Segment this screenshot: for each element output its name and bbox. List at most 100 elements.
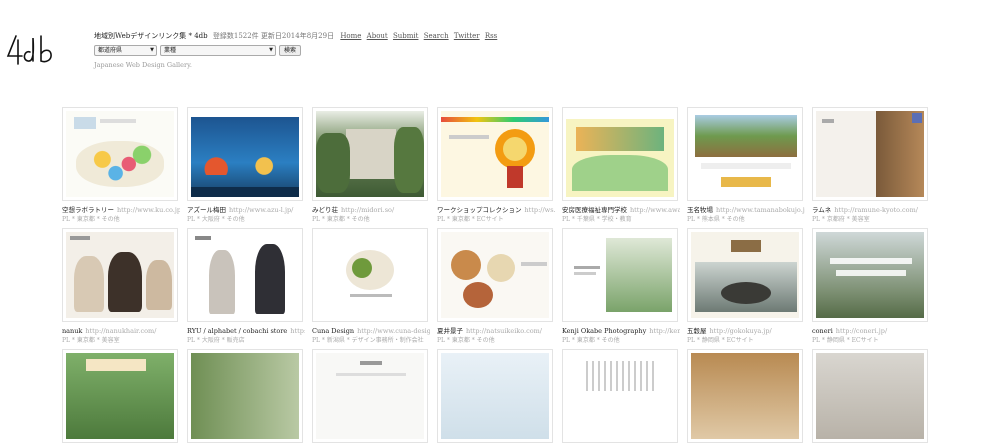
site-name[interactable]: Cuna Design bbox=[312, 327, 354, 335]
site-name[interactable]: 空想ラボラトリー bbox=[62, 206, 114, 214]
site-thumbnail[interactable] bbox=[687, 349, 803, 443]
site-card: RYU / alphabet / cobachi storehttp://co.… bbox=[187, 228, 305, 345]
site-card: 安房医療福祉専門学校http://www.awa-... PL * 千葉県 * … bbox=[562, 107, 680, 224]
site-stats: 登録数1522件 更新日2014年8月29日 bbox=[212, 32, 335, 40]
site-meta: PL * 東京都 * その他 bbox=[62, 216, 120, 223]
site-thumbnail[interactable] bbox=[812, 349, 928, 443]
site-thumbnail[interactable] bbox=[62, 349, 178, 443]
title-line: 地域別Webデザインリンク集 * 4db 登録数1522件 更新日2014年8月… bbox=[94, 31, 497, 41]
site-thumbnail[interactable] bbox=[562, 228, 678, 322]
site-meta: PL * 熊本県 * その他 bbox=[687, 216, 745, 223]
site-url[interactable]: http://ramune-kyoto.com/ bbox=[834, 206, 918, 214]
site-url[interactable]: http://coneri.jp/ bbox=[836, 327, 887, 335]
site-thumbnail[interactable] bbox=[312, 107, 428, 201]
site-thumbnail[interactable] bbox=[62, 228, 178, 322]
site-card bbox=[562, 349, 678, 443]
site-card bbox=[187, 349, 303, 443]
site-thumbnail[interactable] bbox=[687, 228, 803, 322]
site-thumbnail[interactable] bbox=[812, 107, 928, 201]
site-name[interactable]: ワークショップコレクション bbox=[437, 206, 522, 214]
site-meta: PL * 大阪府 * 販売店 bbox=[187, 337, 245, 344]
site-name[interactable]: ラムネ bbox=[812, 206, 831, 214]
site-meta: PL * 東京都 * 美容室 bbox=[62, 337, 120, 344]
site-card: nanuk http://nanukhair.com/ PL * 東京都 * 美容… bbox=[62, 228, 178, 345]
site-name[interactable]: nanuk bbox=[62, 327, 82, 335]
site-url[interactable]: http://ws... bbox=[525, 206, 556, 214]
site-thumbnail[interactable] bbox=[187, 228, 303, 322]
site-card: Cuna Designhttp://www.cuna-design.co... … bbox=[312, 228, 430, 345]
site-url[interactable]: http://www.ku.co.jp/ bbox=[117, 206, 180, 214]
site-thumbnail[interactable] bbox=[312, 349, 428, 443]
nav-about-link[interactable]: About bbox=[367, 32, 388, 40]
site-url[interactable]: http://nanukhair.com/ bbox=[85, 327, 156, 335]
site-logo[interactable] bbox=[6, 30, 56, 70]
site-card bbox=[687, 349, 803, 443]
site-url[interactable]: http://natsuikeiko.com/ bbox=[466, 327, 542, 335]
site-card: 夏井景子 http://natsuikeiko.com/ PL * 東京都 * そ… bbox=[437, 228, 553, 345]
search-button[interactable]: 検索 bbox=[279, 45, 302, 56]
site-thumbnail[interactable] bbox=[562, 107, 678, 201]
site-meta: PL * 新潟県 * デザイン事務所・制作会社 bbox=[312, 337, 424, 344]
site-card bbox=[437, 349, 553, 443]
site-name[interactable]: Kenji Okabe Photography bbox=[562, 327, 646, 335]
site-name[interactable]: coneri bbox=[812, 327, 833, 335]
site-title: 地域別Webデザインリンク集 * 4db bbox=[94, 32, 208, 40]
chevron-down-icon: ▼ bbox=[150, 47, 154, 53]
nav-twitter-link[interactable]: Twitter bbox=[454, 32, 480, 40]
logo-mark bbox=[6, 35, 52, 65]
site-meta: PL * 大阪府 * その他 bbox=[187, 216, 245, 223]
site-card bbox=[812, 349, 928, 443]
site-name[interactable]: みどり荘 bbox=[312, 206, 338, 214]
site-url[interactable]: http://midori.so/ bbox=[341, 206, 394, 214]
site-thumbnail[interactable] bbox=[437, 107, 553, 201]
filter-controls: 都道府県 ▼ 業種 ▼ 検索 bbox=[94, 45, 497, 56]
site-meta: PL * 東京都 * その他 bbox=[437, 337, 495, 344]
nav-rss-link[interactable]: Rss bbox=[485, 32, 497, 40]
site-thumbnail[interactable] bbox=[812, 228, 928, 322]
site-thumbnail[interactable] bbox=[312, 228, 428, 322]
nav-home-link[interactable]: Home bbox=[340, 32, 361, 40]
site-url[interactable]: http://co... bbox=[290, 327, 305, 335]
site-meta: PL * 京都府 * 美容室 bbox=[812, 216, 870, 223]
site-card bbox=[312, 349, 428, 443]
site-thumbnail[interactable] bbox=[187, 107, 303, 201]
site-meta: PL * 東京都 * その他 bbox=[312, 216, 370, 223]
site-url[interactable]: http://www.awa-... bbox=[630, 206, 680, 214]
site-thumbnail[interactable] bbox=[437, 349, 553, 443]
site-url[interactable]: http://kenjioka... bbox=[649, 327, 680, 335]
nav-search-link[interactable]: Search bbox=[424, 32, 449, 40]
chevron-down-icon: ▼ bbox=[269, 47, 273, 53]
site-url[interactable]: http://www.cuna-design.co... bbox=[357, 327, 430, 335]
site-name[interactable]: 五穀屋 bbox=[687, 327, 707, 335]
prefecture-select[interactable]: 都道府県 ▼ bbox=[94, 45, 157, 56]
site-name[interactable]: 玉名牧場 bbox=[687, 206, 713, 214]
site-name[interactable]: アズール梅田 bbox=[187, 206, 226, 214]
site-meta: PL * 東京都 * ECサイト bbox=[437, 216, 504, 223]
site-card: アズール梅田 http://www.azu-l.jp/ PL * 大阪府 * その… bbox=[187, 107, 303, 224]
site-card: 空想ラボラトリー http://www.ku.co.jp/ PL * 東京都 * … bbox=[62, 107, 180, 224]
site-card: ラムネ http://ramune-kyoto.com/ PL * 京都府 * 美… bbox=[812, 107, 928, 224]
site-card: 五穀屋 http://gokokuya.jp/ PL * 静岡県 * ECサイト bbox=[687, 228, 803, 345]
site-name[interactable]: 夏井景子 bbox=[437, 327, 463, 335]
site-name[interactable]: RYU / alphabet / cobachi store bbox=[187, 327, 287, 335]
site-card: Kenji Okabe Photographyhttp://kenjioka..… bbox=[562, 228, 680, 345]
site-thumbnail[interactable] bbox=[62, 107, 178, 201]
site-meta: PL * 静岡県 * ECサイト bbox=[687, 337, 754, 344]
site-meta: PL * 東京都 * その他 bbox=[562, 337, 620, 344]
site-url[interactable]: http://www.azu-l.jp/ bbox=[229, 206, 293, 214]
site-meta: PL * 静岡県 * ECサイト bbox=[812, 337, 879, 344]
site-thumbnail[interactable] bbox=[437, 228, 553, 322]
site-header: 地域別Webデザインリンク集 * 4db 登録数1522件 更新日2014年8月… bbox=[94, 31, 497, 70]
site-url[interactable]: http://www.tamanabokujo.jp/ bbox=[716, 206, 805, 214]
site-card: coneri http://coneri.jp/ PL * 静岡県 * ECサイト bbox=[812, 228, 928, 345]
tagline: Japanese Web Design Gallery. bbox=[94, 61, 192, 69]
site-card: みどり荘 http://midori.so/ PL * 東京都 * その他 bbox=[312, 107, 428, 224]
site-url[interactable]: http://gokokuya.jp/ bbox=[710, 327, 772, 335]
industry-select-value: 業種 bbox=[164, 47, 177, 54]
site-thumbnail[interactable] bbox=[187, 349, 303, 443]
site-thumbnail[interactable] bbox=[562, 349, 678, 443]
industry-select[interactable]: 業種 ▼ bbox=[160, 45, 276, 56]
nav-submit-link[interactable]: Submit bbox=[393, 32, 418, 40]
site-name[interactable]: 安房医療福祉専門学校 bbox=[562, 206, 627, 214]
site-thumbnail[interactable] bbox=[687, 107, 803, 201]
